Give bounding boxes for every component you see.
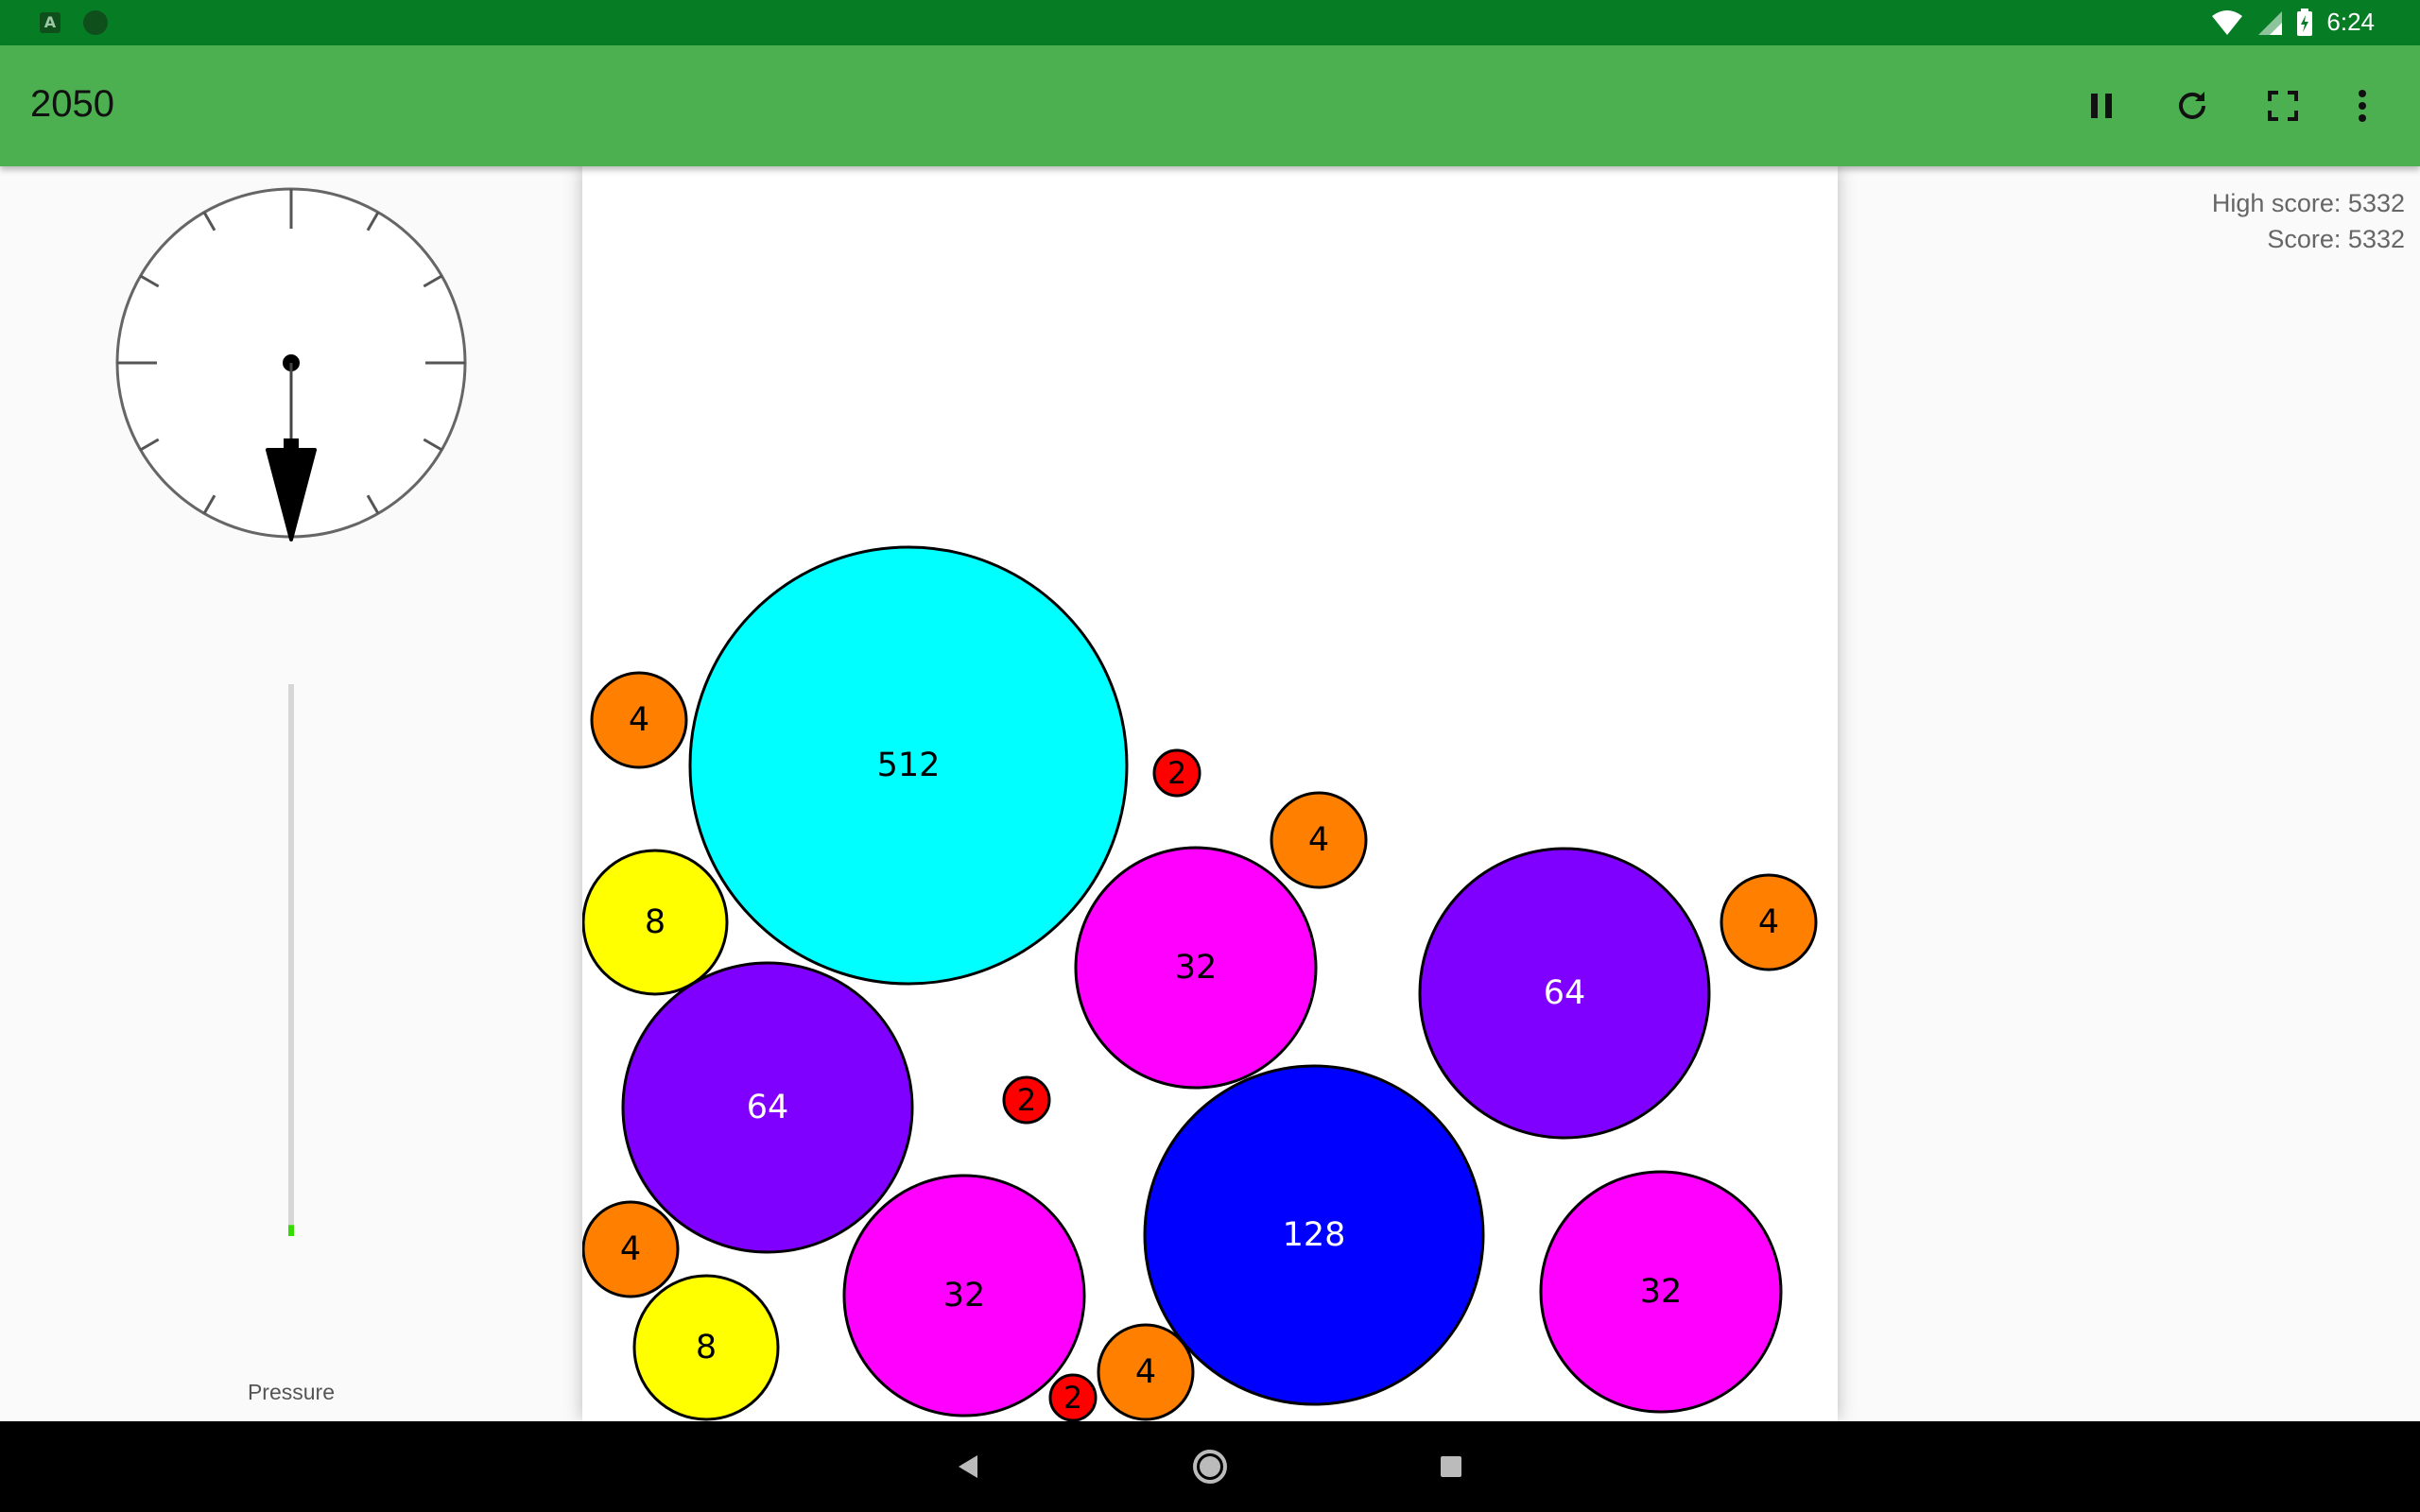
ball-value-label: 8 xyxy=(645,903,666,941)
left-panel: Pressure xyxy=(0,166,582,1421)
app-title: 2050 xyxy=(30,83,114,125)
ball-value-label: 4 xyxy=(620,1230,641,1268)
ball-value-label: 2 xyxy=(1063,1380,1082,1416)
ball-32: 32 xyxy=(1539,1170,1783,1414)
battery-icon xyxy=(2297,8,2313,36)
ball-2: 2 xyxy=(1002,1075,1051,1125)
restart-button[interactable] xyxy=(2162,76,2222,136)
ball-32: 32 xyxy=(1074,846,1318,1090)
ball-32: 32 xyxy=(842,1174,1086,1418)
app-bar: 2050 xyxy=(0,45,2420,166)
ball-2: 2 xyxy=(1048,1373,1098,1422)
ball-value-label: 4 xyxy=(1135,1353,1156,1391)
fullscreen-button[interactable] xyxy=(2253,76,2313,136)
status-time: 6:24 xyxy=(2326,8,2375,36)
ball-128: 128 xyxy=(1143,1064,1485,1406)
circle-notification-icon xyxy=(83,10,108,35)
pressure-label: Pressure xyxy=(247,1380,336,1404)
ball-value-label: 512 xyxy=(877,747,941,784)
ball-value-label: 128 xyxy=(1283,1216,1346,1254)
fullscreen-icon xyxy=(2268,91,2298,121)
ball-4: 4 xyxy=(581,1200,680,1298)
ball-value-label: 4 xyxy=(1758,903,1779,941)
ball-value-label: 2 xyxy=(1167,755,1186,791)
status-bar: A 6:24 xyxy=(0,0,2420,45)
back-icon xyxy=(959,1455,977,1478)
ball-value-label: 64 xyxy=(747,1089,789,1126)
ball-value-label: 4 xyxy=(1308,821,1329,859)
tilt-gauge xyxy=(115,187,467,1236)
pause-button[interactable] xyxy=(2071,76,2132,136)
ball-value-label: 32 xyxy=(1175,949,1218,987)
game-board[interactable]: 512 4 2 4 8 32 64 4 64 2 4 8 32 128 32 4 2 xyxy=(581,166,1838,1422)
wifi-icon xyxy=(2212,9,2243,35)
ball-512: 512 xyxy=(688,545,1129,986)
ball-value-label: 64 xyxy=(1544,974,1586,1012)
ball-value-label: 4 xyxy=(629,701,649,739)
more-vert-icon xyxy=(2359,90,2366,122)
high-score: High score: 5332 xyxy=(2211,189,2405,217)
ball-4: 4 xyxy=(1720,873,1818,971)
home-icon xyxy=(1193,1450,1227,1484)
ball-8: 8 xyxy=(632,1274,780,1421)
signal-icon xyxy=(2258,10,2283,35)
ball-64: 64 xyxy=(621,961,914,1254)
pressure-bar-fill xyxy=(288,1225,294,1236)
current-score: Score: 5332 xyxy=(2267,225,2405,253)
back-button[interactable] xyxy=(946,1444,992,1489)
navigation-bar xyxy=(0,1421,2420,1512)
home-button[interactable] xyxy=(1187,1444,1233,1489)
ball-value-label: 8 xyxy=(696,1329,717,1366)
ball-8: 8 xyxy=(581,849,729,996)
ball-4: 4 xyxy=(1270,791,1368,889)
restart-icon xyxy=(2179,92,2205,119)
score-panel: High score: 5332 Score: 5332 xyxy=(2212,185,2405,257)
ball-64: 64 xyxy=(1418,847,1711,1140)
ball-4: 4 xyxy=(590,671,688,769)
ball-value-label: 32 xyxy=(1640,1273,1683,1311)
recents-button[interactable] xyxy=(1428,1444,1474,1489)
pressure-bar-track xyxy=(288,684,294,1236)
a-notification-icon: A xyxy=(40,12,60,33)
ball-4: 4 xyxy=(1097,1323,1195,1421)
recents-icon xyxy=(1441,1456,1461,1477)
more-options-button[interactable] xyxy=(2332,76,2393,136)
ball-value-label: 2 xyxy=(1017,1082,1036,1118)
ball-2: 2 xyxy=(1152,748,1201,798)
ball-value-label: 32 xyxy=(943,1277,986,1314)
pause-icon xyxy=(2091,94,2112,118)
